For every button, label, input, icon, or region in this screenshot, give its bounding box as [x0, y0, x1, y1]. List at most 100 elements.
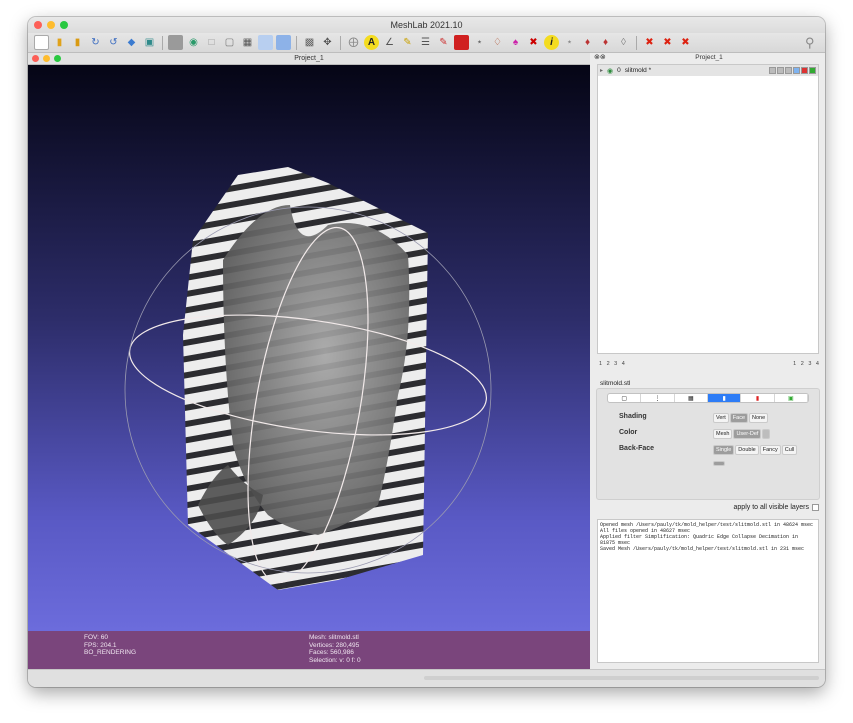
open-icon[interactable]: ▮ [52, 35, 67, 50]
edit-vertices-icon[interactable]: ◊ [616, 35, 631, 50]
pages-right[interactable]: 1 2 3 4 [793, 361, 819, 367]
layer-lock-icon[interactable] [769, 67, 776, 74]
x-icon[interactable]: ✖ [660, 35, 675, 50]
annotation-icon[interactable]: A [364, 35, 379, 50]
wireframe-icon[interactable]: ◉ [186, 35, 201, 50]
paint-icon[interactable]: ☰ [418, 35, 433, 50]
select-faces-icon[interactable]: ✎ [436, 35, 451, 50]
log-line: Applied filter Simplification: Quadric E… [600, 534, 802, 546]
layer-action-icons [769, 67, 818, 74]
smooth-icon[interactable]: ▦ [240, 35, 255, 50]
texture-icon[interactable] [258, 35, 273, 50]
layer-list[interactable]: ▸ ◉ 0 slitmold * [597, 64, 819, 354]
backface-single-option[interactable]: Single [713, 445, 735, 455]
close-icon[interactable]: ⊗⊗ [594, 53, 606, 62]
select-vertices-icon[interactable] [454, 35, 469, 50]
toolbar-separator [296, 35, 297, 50]
bbox-icon[interactable]: ▩ [302, 35, 317, 50]
apply-all-layers[interactable]: apply to all visible layers [734, 504, 819, 511]
delete-vertices-icon[interactable]: ⋆ [562, 35, 577, 50]
layer-texture-icon[interactable] [809, 67, 816, 74]
color-label: Color [619, 429, 638, 436]
zoom-window-button[interactable] [60, 21, 68, 29]
new-icon[interactable] [34, 35, 49, 50]
measure-icon[interactable]: ∠ [382, 35, 397, 50]
reload-all-icon[interactable]: ↺ [106, 35, 121, 50]
flat-icon[interactable]: ▢ [222, 35, 237, 50]
render-options-panel: ▢ ⋮ ▦ ▮ ▮ ▣ Shading Vert Face None Color… [596, 388, 820, 500]
pages-left[interactable]: 1 2 3 4 [599, 361, 625, 367]
select-connected-icon[interactable]: ♠ [508, 35, 523, 50]
title-bar: MeshLab 2021.10 [28, 17, 825, 33]
layer-name[interactable]: slitmold * [625, 67, 651, 74]
edit-faces-icon[interactable]: ♦ [598, 35, 613, 50]
pick-icon[interactable]: ✎ [400, 35, 415, 50]
tab-solid[interactable]: ▮ [707, 394, 742, 402]
viewport-close-button[interactable] [32, 55, 39, 62]
tab-bbox[interactable]: ▢ [608, 394, 642, 402]
color-selector: Mesh User-Def [713, 429, 771, 439]
tab-wire[interactable]: ▦ [675, 394, 708, 402]
delete-faces-icon[interactable]: ✖ [526, 35, 541, 50]
color-swatch[interactable] [762, 429, 771, 439]
extra-option [713, 461, 725, 466]
layer-dialog: ⊗⊗ Project_1 ▸ ◉ 0 slitmold * 1 2 3 4 1 [593, 53, 825, 669]
reload-icon[interactable]: ↻ [88, 35, 103, 50]
layer-wire-icon[interactable] [785, 67, 792, 74]
shading-none-option[interactable]: None [749, 413, 769, 423]
eye-icon[interactable]: ◉ [607, 67, 613, 75]
log-window[interactable]: Opened mesh /Users/pauly/tk/mold_helper/… [597, 519, 819, 663]
main-toolbar: ▮ ▮ ↻ ↺ ◆ ▣ ◉ □ ▢ ▦ ▩ ✥ ⨁ A ∠ ✎ ☰ ✎ ⋆ ♢ … [28, 33, 825, 53]
align-icon[interactable]: ⨁ [346, 35, 361, 50]
snapshot-icon[interactable]: ▣ [142, 35, 157, 50]
layer-color-icon[interactable] [801, 67, 808, 74]
lighting-icon[interactable]: ✥ [320, 35, 335, 50]
open-project-icon[interactable]: ▮ [70, 35, 85, 50]
import-icon[interactable]: ◆ [124, 35, 139, 50]
viewport-minimize-button[interactable] [43, 55, 50, 62]
mesh-render [124, 167, 492, 590]
x-icon[interactable]: ✖ [642, 35, 657, 50]
viewport-window-controls [32, 55, 61, 62]
viewport-titlebar: Project_1 [28, 53, 590, 65]
backface-double-option[interactable]: Double [735, 445, 759, 455]
points-icon[interactable] [168, 35, 183, 50]
search-icon[interactable]: ⚲ [805, 35, 821, 51]
extra-option-button[interactable] [713, 461, 725, 466]
render-info: FOV: 60 FPS: 204.1 BO_RENDERING [84, 634, 136, 657]
shading-selector: Vert Face None [713, 413, 769, 423]
minimize-window-button[interactable] [47, 21, 55, 29]
meshlab-window: MeshLab 2021.10 ▮ ▮ ↻ ↺ ◆ ▣ ◉ □ ▢ ▦ ▩ ✥ … [28, 17, 825, 687]
hidden-lines-icon[interactable]: □ [204, 35, 219, 50]
apply-all-checkbox[interactable] [812, 504, 819, 511]
toolbar-separator [636, 35, 637, 50]
color-icon[interactable]: ♢ [490, 35, 505, 50]
shading-vert-option[interactable]: Vert [713, 413, 729, 423]
tab-points[interactable]: ⋮ [641, 394, 675, 402]
layer-points-icon[interactable] [777, 67, 784, 74]
viewport-info-bar: FOV: 60 FPS: 204.1 BO_RENDERING Mesh: sl… [28, 631, 590, 669]
shading-face-option[interactable]: Face [729, 413, 749, 423]
tab-texture[interactable]: ▣ [775, 394, 808, 402]
tab-color[interactable]: ▮ [741, 394, 775, 402]
selection-text: Selection: v: 0 f: 0 [309, 656, 361, 664]
delete-all-icon[interactable]: ♦ [580, 35, 595, 50]
color-userdef-option[interactable]: User-Def [733, 429, 762, 439]
box-icon[interactable] [276, 35, 291, 50]
layer-row[interactable]: ▸ ◉ 0 slitmold * [598, 65, 818, 76]
expand-icon[interactable]: ▸ [600, 67, 603, 74]
info-icon[interactable]: i [544, 35, 559, 50]
render-mode-tabs: ▢ ⋮ ▦ ▮ ▮ ▣ [607, 393, 809, 403]
close-window-button[interactable] [34, 21, 42, 29]
backface-cull-option[interactable]: Cull [781, 445, 798, 455]
z-paint-icon[interactable]: ⋆ [472, 35, 487, 50]
3d-viewport[interactable] [28, 65, 590, 631]
render-mode-text: BO_RENDERING [84, 649, 137, 656]
x-icon[interactable]: ✖ [678, 35, 693, 50]
viewport-zoom-button[interactable] [54, 55, 61, 62]
log-line: Saved Mesh /Users/pauly/tk/mold_helper/t… [600, 546, 805, 552]
layer-shade-icon[interactable] [793, 67, 800, 74]
apply-all-label: apply to all visible layers [733, 504, 809, 511]
backface-fancy-option[interactable]: Fancy [759, 445, 781, 455]
color-mesh-option[interactable]: Mesh [713, 429, 733, 439]
